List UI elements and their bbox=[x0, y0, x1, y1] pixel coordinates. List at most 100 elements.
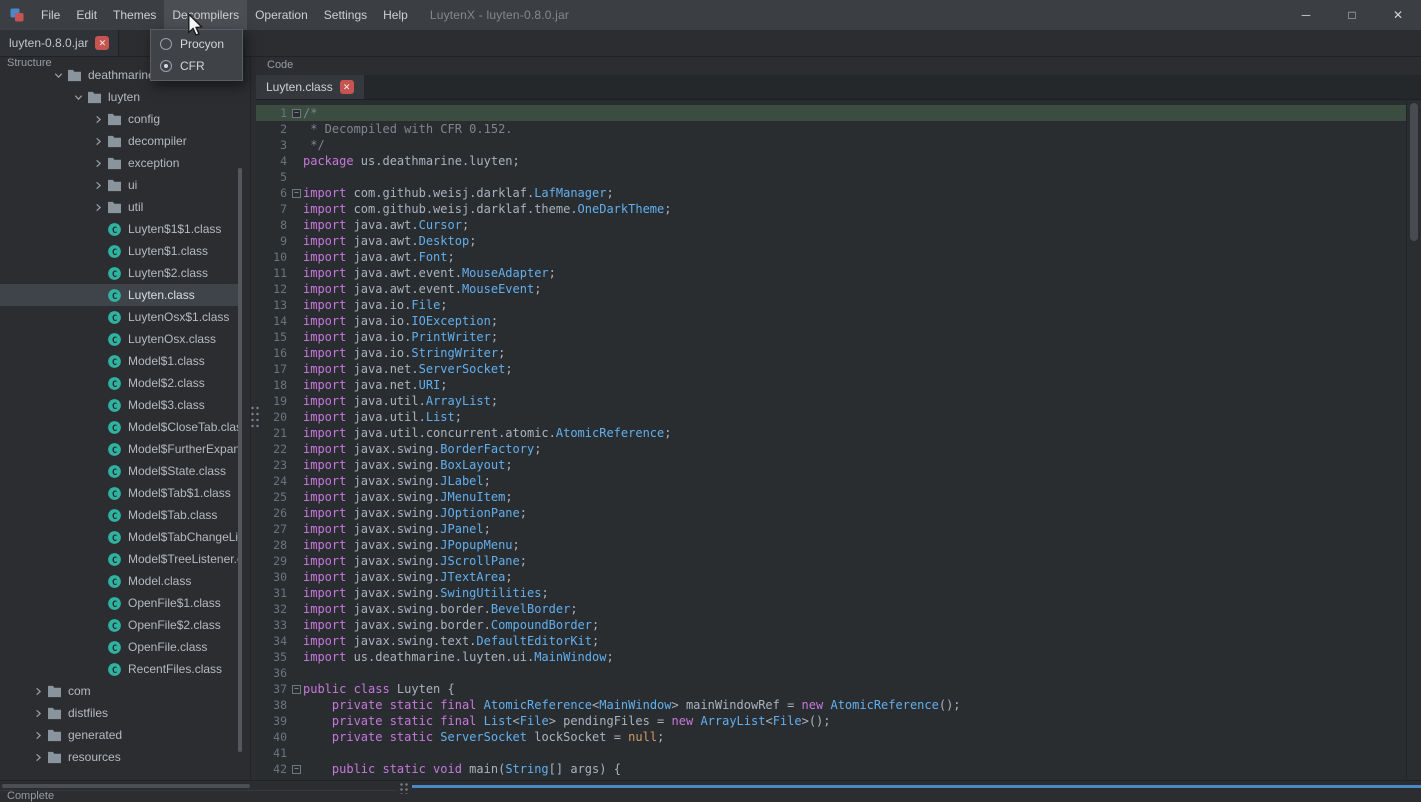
editor-scrollbar-thumb[interactable] bbox=[1410, 103, 1418, 241]
code-text[interactable]: import javax.swing.border.CompoundBorder… bbox=[303, 617, 599, 633]
code-text[interactable]: /* bbox=[303, 105, 317, 121]
tree-node-openfile$1.class[interactable]: C OpenFile$1.class bbox=[0, 592, 238, 614]
chevron-right-icon[interactable] bbox=[90, 133, 106, 149]
splitter-grip-icon[interactable] bbox=[249, 404, 259, 430]
tree-node-generated[interactable]: generated bbox=[0, 724, 238, 746]
code-text[interactable]: import java.net.URI; bbox=[303, 377, 448, 393]
tree-node-decompiler[interactable]: decompiler bbox=[0, 130, 238, 152]
code-text[interactable]: import javax.swing.BoxLayout; bbox=[303, 457, 513, 473]
code-text[interactable]: */ bbox=[303, 137, 324, 153]
chevron-right-icon[interactable] bbox=[90, 111, 106, 127]
tree-node-openfile$2.class[interactable]: C OpenFile$2.class bbox=[0, 614, 238, 636]
tree-node-openfile.class[interactable]: C OpenFile.class bbox=[0, 636, 238, 658]
jar-tab[interactable]: luyten-0.8.0.jar ✕ bbox=[0, 30, 120, 56]
code-text[interactable]: import java.awt.Cursor; bbox=[303, 217, 469, 233]
jar-tab-close-icon[interactable]: ✕ bbox=[95, 36, 110, 50]
tree-node-exception[interactable]: exception bbox=[0, 152, 238, 174]
chevron-right-icon[interactable] bbox=[90, 199, 106, 215]
tree-node-resources[interactable]: resources bbox=[0, 746, 238, 768]
code-text[interactable]: import javax.swing.JMenuItem; bbox=[303, 489, 513, 505]
code-text[interactable]: import java.awt.event.MouseEvent; bbox=[303, 281, 541, 297]
editor-tab-luyten-class[interactable]: Luyten.class ✕ bbox=[256, 75, 364, 99]
tree-node-model$closetab.class[interactable]: C Model$CloseTab.class bbox=[0, 416, 238, 438]
fold-marker-icon[interactable]: − bbox=[292, 108, 301, 118]
code-text[interactable]: import java.awt.event.MouseAdapter; bbox=[303, 265, 556, 281]
close-button[interactable]: ✕ bbox=[1375, 0, 1421, 30]
code-text[interactable]: * Decompiled with CFR 0.152. bbox=[303, 121, 512, 137]
code-text[interactable]: import javax.swing.JScrollPane; bbox=[303, 553, 527, 569]
tree-node-luyten[interactable]: luyten bbox=[0, 86, 238, 108]
code-text[interactable]: import javax.swing.text.DefaultEditorKit… bbox=[303, 633, 599, 649]
tree-node-model$3.class[interactable]: C Model$3.class bbox=[0, 394, 238, 416]
tree-node-luytenosx.class[interactable]: C LuytenOsx.class bbox=[0, 328, 238, 350]
tree-node-model$tab.class[interactable]: C Model$Tab.class bbox=[0, 504, 238, 526]
tree-node-luyten$1.class[interactable]: C Luyten$1.class bbox=[0, 240, 238, 262]
tree-node-config[interactable]: config bbox=[0, 108, 238, 130]
tree-node-model$2.class[interactable]: C Model$2.class bbox=[0, 372, 238, 394]
menu-item-help[interactable]: Help bbox=[375, 0, 416, 30]
minimize-button[interactable]: ─ bbox=[1283, 0, 1329, 30]
menu-item-operation[interactable]: Operation bbox=[247, 0, 316, 30]
tree-node-model$tab$1.class[interactable]: C Model$Tab$1.class bbox=[0, 482, 238, 504]
code-text[interactable]: import javax.swing.JTextArea; bbox=[303, 569, 513, 585]
menu-item-file[interactable]: File bbox=[33, 0, 68, 30]
code-text[interactable]: import java.util.concurrent.atomic.Atomi… bbox=[303, 425, 671, 441]
tree-node-luyten$2.class[interactable]: C Luyten$2.class bbox=[0, 262, 238, 284]
maximize-button[interactable]: □ bbox=[1329, 0, 1375, 30]
editor-scrollbar[interactable] bbox=[1406, 100, 1421, 780]
chevron-right-icon[interactable] bbox=[30, 705, 46, 721]
tree-node-model$tabchangelistener.class[interactable]: C Model$TabChangeListener.class bbox=[0, 526, 238, 548]
tree-node-distfiles[interactable]: distfiles bbox=[0, 702, 238, 724]
menu-item-settings[interactable]: Settings bbox=[316, 0, 375, 30]
tree-scrollbar-thumb[interactable] bbox=[238, 168, 242, 752]
code-text[interactable]: import java.awt.Desktop; bbox=[303, 233, 476, 249]
chevron-right-icon[interactable] bbox=[90, 155, 106, 171]
code-text[interactable]: import java.io.StringWriter; bbox=[303, 345, 505, 361]
code-text[interactable]: import java.io.File; bbox=[303, 297, 448, 313]
tree-node-luyten.class[interactable]: C Luyten.class bbox=[0, 284, 238, 306]
code-text[interactable]: package us.deathmarine.luyten; bbox=[303, 153, 520, 169]
menu-option-cfr[interactable]: CFR bbox=[151, 55, 242, 77]
code-text[interactable]: import java.io.PrintWriter; bbox=[303, 329, 498, 345]
code-text[interactable]: private static ServerSocket lockSocket =… bbox=[303, 729, 664, 745]
code-text[interactable]: import us.deathmarine.luyten.ui.MainWind… bbox=[303, 649, 614, 665]
tree-hscrollbar[interactable] bbox=[0, 781, 397, 791]
code-text[interactable]: import java.net.ServerSocket; bbox=[303, 361, 513, 377]
tree-node-ui[interactable]: ui bbox=[0, 174, 238, 196]
fold-marker-icon[interactable]: − bbox=[292, 188, 301, 198]
code-text[interactable]: import com.github.weisj.darklaf.theme.On… bbox=[303, 201, 671, 217]
menu-item-themes[interactable]: Themes bbox=[105, 0, 164, 30]
code-text[interactable]: import java.io.IOException; bbox=[303, 313, 498, 329]
chevron-right-icon[interactable] bbox=[30, 749, 46, 765]
tree-node-luytenosx$1.class[interactable]: C LuytenOsx$1.class bbox=[0, 306, 238, 328]
code-text[interactable]: import javax.swing.SwingUtilities; bbox=[303, 585, 549, 601]
tree-node-luyten$1$1.class[interactable]: C Luyten$1$1.class bbox=[0, 218, 238, 240]
code-text[interactable]: import java.awt.Font; bbox=[303, 249, 455, 265]
tree-node-model$1.class[interactable]: C Model$1.class bbox=[0, 350, 238, 372]
code-editor[interactable]: 1−/* 2 * Decompiled with CFR 0.152. 3 */4 p… bbox=[256, 100, 1406, 780]
tree-node-recentfiles.class[interactable]: C RecentFiles.class bbox=[0, 658, 238, 680]
tree-node-util[interactable]: util bbox=[0, 196, 238, 218]
code-text[interactable]: import javax.swing.JLabel; bbox=[303, 473, 491, 489]
tree-node-model.class[interactable]: C Model.class bbox=[0, 570, 238, 592]
code-text[interactable]: import java.util.List; bbox=[303, 409, 462, 425]
chevron-down-icon[interactable] bbox=[50, 67, 66, 83]
code-text[interactable]: import com.github.weisj.darklaf.LafManag… bbox=[303, 185, 614, 201]
chevron-right-icon[interactable] bbox=[90, 177, 106, 193]
tree-node-model$state.class[interactable]: C Model$State.class bbox=[0, 460, 238, 482]
chevron-right-icon[interactable] bbox=[30, 727, 46, 743]
tree-node-model$furtherexpandingtreelistener.class[interactable]: C Model$FurtherExpandingTreeListener.clas… bbox=[0, 438, 238, 460]
code-text[interactable]: import javax.swing.BorderFactory; bbox=[303, 441, 541, 457]
code-text[interactable]: private static final AtomicReference<Mai… bbox=[303, 697, 961, 713]
code-text[interactable]: public class Luyten { bbox=[303, 681, 455, 697]
chevron-down-icon[interactable] bbox=[70, 89, 86, 105]
statusbar-grip-icon[interactable] bbox=[399, 782, 409, 794]
fold-marker-icon[interactable]: − bbox=[292, 684, 301, 694]
fold-marker-icon[interactable]: − bbox=[292, 764, 301, 774]
code-text[interactable]: import java.util.ArrayList; bbox=[303, 393, 498, 409]
tree-hscrollbar-thumb[interactable] bbox=[2, 784, 250, 788]
code-text[interactable]: import javax.swing.JOptionPane; bbox=[303, 505, 527, 521]
code-text[interactable]: private static final List<File> pendingF… bbox=[303, 713, 831, 729]
menu-item-decompilers[interactable]: Decompilers bbox=[164, 0, 248, 30]
menu-item-edit[interactable]: Edit bbox=[68, 0, 105, 30]
